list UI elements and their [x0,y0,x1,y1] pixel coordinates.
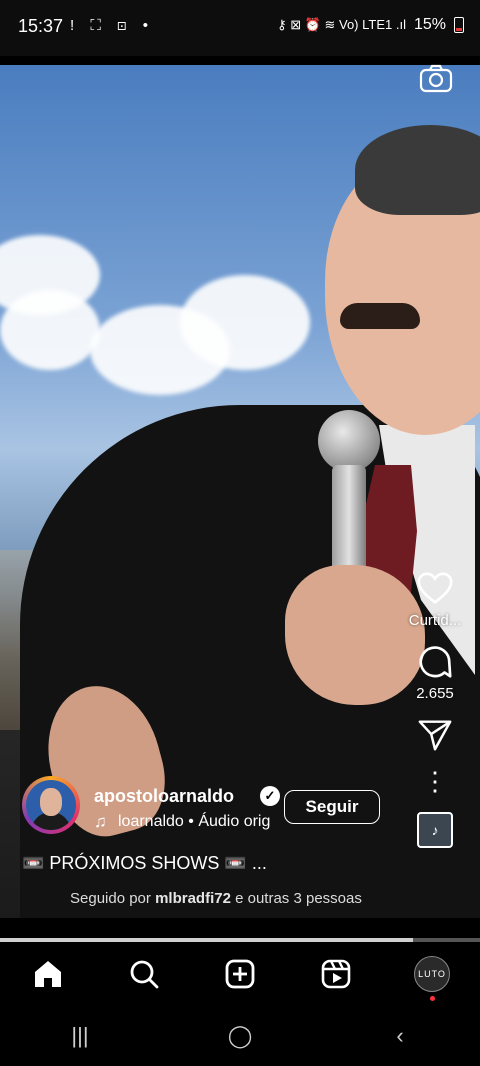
avatar-face-shape [40,788,62,816]
like-label: Curtid... [408,612,462,629]
mustache-shape [340,303,420,329]
author-row: apostoloarnaldo ✓ ♫ loarnaldo • Áudio or… [22,776,402,836]
music-note-icon: ♪ [431,822,439,838]
back-button[interactable]: ‹ [370,1016,430,1056]
hair-shape [355,125,480,215]
followed-by-user: mlbradfi72 [155,890,231,907]
status-bar: 15:37 ! ⛶ ⊡ • ⚷ ⊠ ⏰ ≋ Vo) LTE1 .ıl 15% [0,0,480,56]
audio-thumbnail[interactable]: ♪ [417,812,453,848]
nav-search[interactable] [120,950,168,998]
audio-label[interactable]: loarnaldo • Áudio orig [118,813,270,831]
battery-percent: 15% [413,16,446,33]
bottom-nav: LUTO [0,942,480,1006]
microphone-head [318,410,380,472]
avatar[interactable] [22,776,80,834]
nav-profile[interactable]: LUTO [408,950,456,1001]
connectivity-icons: ⚷ ⊠ ⏰ ≋ Vo) LTE1 .ıl [277,17,406,32]
profile-avatar: LUTO [414,956,450,992]
follow-button[interactable]: Seguir [284,790,380,824]
send-icon [418,720,452,751]
comment-icon [419,646,452,678]
followed-by-suffix: e outras 3 pessoas [235,890,362,907]
nav-reels[interactable] [312,950,360,998]
followed-by[interactable]: Seguido por mlbradfi72 e outras 3 pessoa… [70,890,362,907]
battery-icon [454,17,464,33]
verified-badge-icon: ✓ [260,786,280,806]
camera-icon[interactable] [418,62,454,94]
heart-icon [417,572,453,604]
author-username[interactable]: apostoloarnaldo [94,786,234,807]
home-icon [35,961,61,987]
nav-create[interactable] [216,950,264,998]
system-nav-bar: ||| ◯ ‹ [0,1006,480,1066]
cloud-shape [0,290,100,370]
status-time: 15:37 [18,16,64,36]
nav-home[interactable] [24,950,72,998]
cloud-shape [180,275,310,370]
comment-count: 2.655 [416,685,454,702]
notification-icons: ! ⛶ ⊡ • [70,17,154,34]
create-icon [225,959,255,989]
reel-actions: Curtid... 2.655 ⋮ ♪ [390,570,480,848]
status-right-group: ⚷ ⊠ ⏰ ≋ Vo) LTE1 .ıl 15% [277,16,464,34]
like-button[interactable]: Curtid... [408,570,462,629]
reels-icon [321,959,351,989]
more-options-icon[interactable]: ⋮ [422,768,448,794]
comment-button[interactable]: 2.655 [416,643,454,702]
followed-by-prefix: Seguido por [70,890,151,907]
avatar-inner [26,780,76,830]
notification-dot [430,996,435,1001]
share-button[interactable] [416,716,454,754]
search-icon [130,960,159,989]
reel-caption[interactable]: 📼 PRÓXIMOS SHOWS 📼 ... [22,853,267,874]
music-note-icon: ♫ [94,812,107,831]
recents-button[interactable]: ||| [50,1016,110,1056]
home-button[interactable]: ◯ [210,1016,270,1056]
